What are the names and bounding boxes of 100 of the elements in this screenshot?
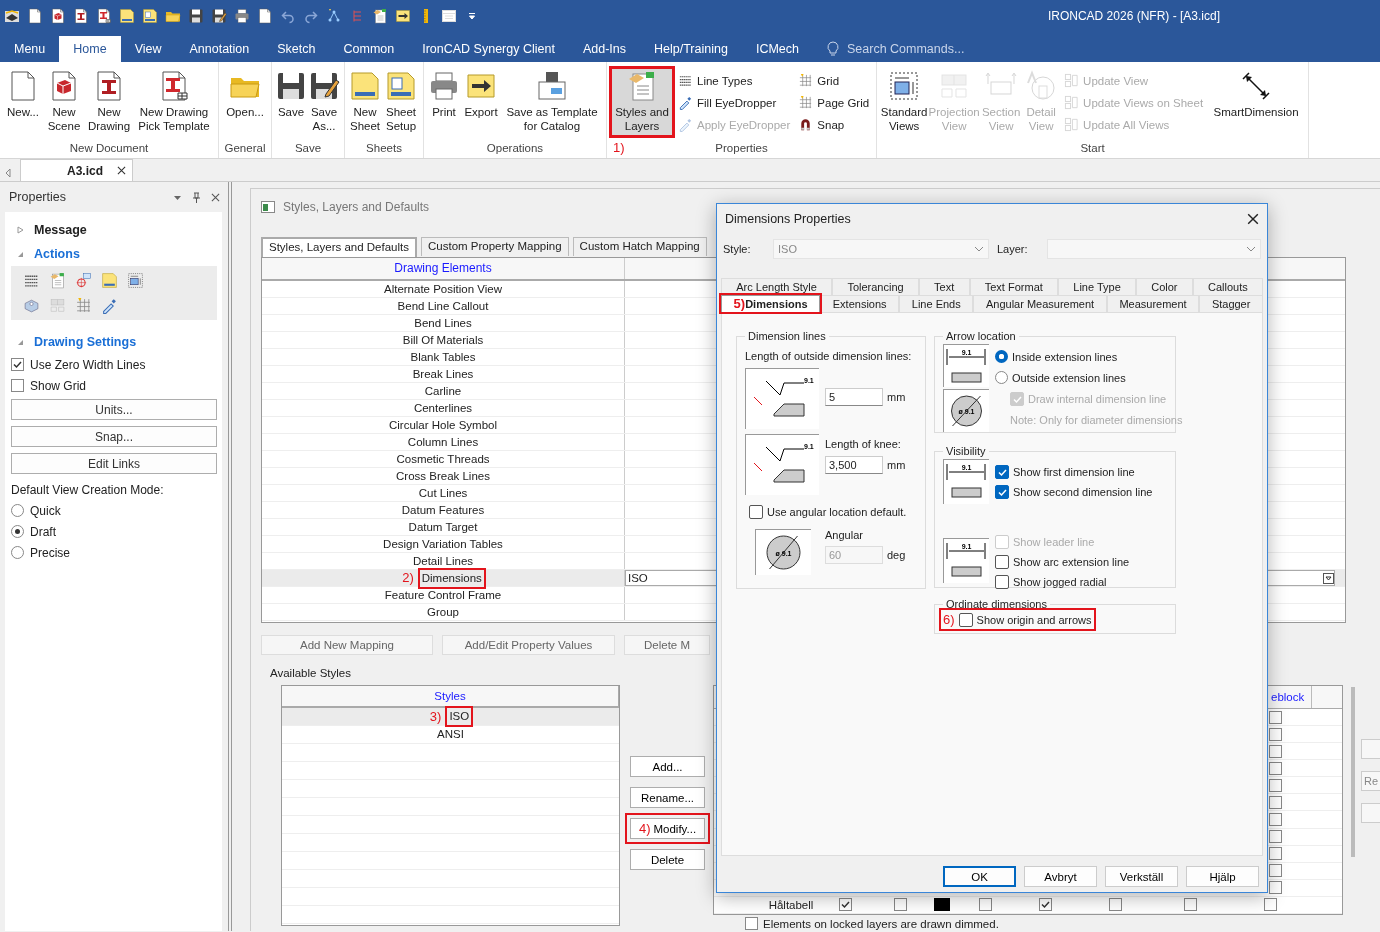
tab[interactable]: 5)Dimensions <box>721 295 821 312</box>
search-field[interactable]: Search Commands... <box>847 42 965 56</box>
checkbox[interactable] <box>1109 898 1122 912</box>
tab[interactable]: Callouts <box>1192 278 1263 295</box>
ribbon-button[interactable]: New Drawing Pick Template <box>134 68 214 136</box>
action-button[interactable]: Delete M <box>624 635 710 655</box>
checkbox[interactable] <box>995 555 1009 569</box>
ribbon-tab[interactable]: Annotation <box>175 36 264 62</box>
dialog-button[interactable]: Avbryt <box>1024 866 1097 887</box>
checkbox[interactable] <box>1039 898 1052 912</box>
checkbox[interactable] <box>11 379 24 392</box>
ribbon-button[interactable]: Fill EyeDropper <box>678 94 791 111</box>
checkbox[interactable] <box>958 612 973 627</box>
tab[interactable]: Angular Measurement <box>973 295 1107 312</box>
tab[interactable]: Color <box>1136 278 1193 295</box>
document-tab[interactable]: A3.icd <box>20 159 133 181</box>
radio-button[interactable] <box>995 350 1008 363</box>
close-icon[interactable] <box>1247 213 1259 225</box>
ribbon-button[interactable]: Save As... <box>308 68 340 136</box>
action-button[interactable]: Add/Edit Property Values <box>442 635 615 655</box>
checkbox[interactable] <box>1269 864 1282 878</box>
checkbox[interactable] <box>894 898 907 912</box>
style-button[interactable]: Add... <box>630 756 705 777</box>
checkbox[interactable] <box>1269 761 1282 775</box>
action-button[interactable]: Add New Mapping <box>261 635 433 655</box>
style-button[interactable]: Delete <box>630 849 705 870</box>
tab[interactable]: Text <box>918 278 970 295</box>
checkbox[interactable] <box>1269 744 1282 758</box>
radio-button[interactable] <box>11 525 24 538</box>
checkbox[interactable] <box>1269 830 1282 844</box>
checkbox[interactable] <box>745 917 758 930</box>
tab[interactable]: Tolerancing <box>832 278 919 295</box>
ribbon-button[interactable]: New Scene <box>44 68 84 136</box>
checkbox[interactable] <box>839 898 852 912</box>
section-header[interactable]: Drawing Settings <box>11 330 217 354</box>
checkbox[interactable] <box>995 575 1009 589</box>
tab[interactable]: Line Ends <box>899 295 974 312</box>
section-header[interactable]: Actions <box>11 242 217 266</box>
ribbon-button[interactable]: Save <box>276 68 306 136</box>
ribbon-tab[interactable]: Help/Training <box>640 36 742 62</box>
tab[interactable]: Measurement <box>1106 295 1200 312</box>
tab[interactable]: Stagger <box>1199 295 1263 312</box>
ribbon-button[interactable]: Print <box>428 68 460 136</box>
checkbox[interactable] <box>979 898 992 912</box>
checkbox[interactable] <box>1264 898 1277 912</box>
input-field[interactable]: 3,500 <box>825 456 883 474</box>
ribbon-button[interactable]: New Drawing <box>86 68 132 136</box>
tab[interactable]: Custom Property Mapping <box>421 237 569 256</box>
list-row[interactable]: ANSI <box>282 726 619 744</box>
checkbox[interactable] <box>749 505 763 519</box>
dialog-button[interactable]: OK <box>943 866 1016 887</box>
radio-button[interactable] <box>11 504 24 517</box>
ribbon-button[interactable]: Grid <box>798 72 870 89</box>
panel-button[interactable]: Units... <box>11 399 217 420</box>
list-row[interactable]: 3) ISO <box>282 708 619 726</box>
dialog-button[interactable]: Hjälp <box>1186 866 1259 887</box>
ribbon-tab[interactable]: IronCAD Synergy Client <box>408 36 569 62</box>
ribbon-button[interactable]: Standard Views <box>881 68 928 136</box>
pin-icon[interactable] <box>192 191 201 203</box>
tab[interactable]: Line Type <box>1058 278 1137 295</box>
close-icon[interactable] <box>117 166 126 175</box>
input-field[interactable]: 5 <box>825 388 883 406</box>
ribbon-tab[interactable]: Menu <box>0 36 60 62</box>
radio-button[interactable] <box>995 371 1008 384</box>
ribbon-button[interactable]: SmartDimension <box>1208 68 1305 136</box>
ribbon-button[interactable]: Page Grid <box>798 94 870 111</box>
tab[interactable]: Custom Hatch Mapping <box>572 237 707 256</box>
tab[interactable]: Extensions <box>820 295 900 312</box>
ribbon-button[interactable]: Export <box>462 68 500 136</box>
radio-button[interactable] <box>11 546 24 559</box>
scrollbar[interactable] <box>1351 687 1355 857</box>
ribbon-button[interactable]: Styles and Layers <box>611 68 673 136</box>
checkbox[interactable] <box>1269 727 1282 741</box>
checkbox[interactable] <box>1269 710 1282 724</box>
ribbon-tab[interactable]: ICMech <box>741 36 813 62</box>
color-swatch[interactable] <box>934 898 950 912</box>
ribbon-tab[interactable]: Common <box>329 36 409 62</box>
ribbon-button[interactable]: New Sheet <box>349 68 381 136</box>
ribbon-tab[interactable]: Sketch <box>263 36 330 62</box>
checkbox[interactable] <box>1269 795 1282 809</box>
ribbon-button[interactable]: Line Types <box>678 72 791 89</box>
ribbon-button[interactable]: Open... <box>223 68 267 136</box>
tab[interactable]: Text Format <box>969 278 1059 295</box>
ribbon-tab[interactable]: View <box>120 36 176 62</box>
ribbon-tab[interactable]: Add-Ins <box>568 36 640 62</box>
ribbon-button[interactable]: Sheet Setup <box>383 68 419 136</box>
ribbon-button[interactable]: Snap <box>798 116 870 133</box>
checkbox[interactable] <box>1184 898 1197 912</box>
ribbon-tab[interactable]: Home <box>59 36 121 62</box>
dialog-button[interactable]: Verkställ <box>1105 866 1178 887</box>
tab[interactable]: Styles, Layers and Defaults <box>261 237 417 257</box>
checkbox[interactable] <box>1269 881 1282 895</box>
style-button[interactable]: Rename... <box>630 787 705 808</box>
checkbox[interactable] <box>1269 778 1282 792</box>
checkbox[interactable] <box>1269 813 1282 826</box>
ribbon-button[interactable]: New... <box>4 68 42 136</box>
checkbox[interactable] <box>1269 847 1282 861</box>
section-header[interactable]: Message <box>11 218 217 242</box>
checkbox[interactable] <box>995 465 1009 479</box>
panel-button[interactable]: Snap... <box>11 426 217 447</box>
